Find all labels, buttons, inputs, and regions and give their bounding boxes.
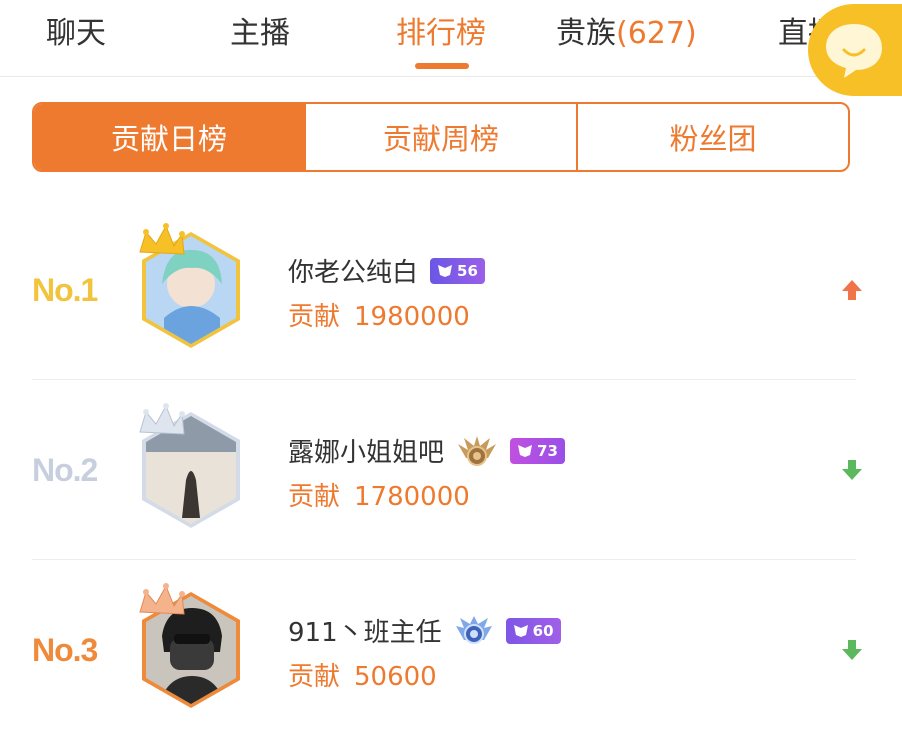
user-avatar[interactable]: [136, 402, 246, 528]
contribution-label: 贡献: [288, 302, 341, 332]
rank-medal-icon: [455, 615, 492, 644]
level-badge-icon: [513, 624, 528, 637]
level-value: 73: [537, 441, 558, 460]
level-value: 60: [532, 621, 554, 640]
tab-anchor[interactable]: 主播: [230, 14, 290, 54]
contribution-value: 50600: [354, 662, 437, 692]
crown-icon: [139, 583, 185, 615]
level-badge-icon: [438, 264, 453, 277]
level-badge-icon: [518, 444, 533, 457]
chat-float-button[interactable]: [808, 4, 902, 96]
user-avatar[interactable]: [136, 222, 246, 348]
tab-chat[interactable]: 聊天: [46, 14, 106, 54]
segment-fan-club[interactable]: 粉丝团: [576, 104, 848, 170]
contribution-line: 贡献 50600: [288, 656, 437, 693]
ranking-row[interactable]: No.2 露娜小姐姐吧 73 贡献 1780000: [0, 380, 902, 560]
contribution-line: 贡献 1780000: [288, 476, 470, 513]
tab-nobility[interactable]: 贵族(627): [556, 14, 697, 54]
rank-number: No.1: [32, 271, 98, 308]
rank-number: No.3: [32, 631, 98, 668]
ranking-segment-control: 贡献日榜 贡献周榜 粉丝团: [32, 102, 850, 172]
level-badge: 60: [505, 617, 561, 644]
trend-down-icon: [842, 460, 862, 480]
chat-bubble-icon: [826, 24, 882, 78]
crown-icon: [139, 223, 185, 255]
contribution-value: 1980000: [354, 302, 470, 332]
contribution-label: 贡献: [288, 482, 341, 512]
level-badge: 56: [430, 257, 485, 284]
contribution-value: 1780000: [354, 482, 470, 512]
trend-up-icon: [842, 280, 862, 300]
level-badge: 73: [510, 437, 565, 464]
active-tab-indicator: [415, 63, 469, 69]
segment-weekly-contribution[interactable]: 贡献周榜: [304, 104, 576, 170]
trend-down-icon: [842, 640, 862, 660]
user-name: 911丶班主任: [288, 618, 442, 648]
user-name: 露娜小姐姐吧: [288, 438, 445, 468]
ranking-row[interactable]: No.1 你老公纯白 56 贡献 1980000: [0, 200, 902, 380]
rank-number: No.2: [32, 451, 98, 488]
crown-icon: [139, 403, 185, 435]
top-tab-bar: 聊天 主播 排行榜 贵族(627) 直播: [0, 0, 902, 77]
level-value: 56: [457, 261, 478, 280]
rank-medal-icon: [458, 435, 497, 466]
segment-daily-contribution[interactable]: 贡献日榜: [34, 104, 304, 170]
tab-nobility-label: 贵族: [556, 16, 616, 51]
tab-nobility-count: (627): [616, 16, 697, 51]
tab-ranking[interactable]: 排行榜: [396, 14, 486, 54]
user-avatar[interactable]: [136, 582, 246, 708]
ranking-row[interactable]: No.3 911丶班主任 60 贡献 50600: [0, 560, 902, 740]
user-name: 你老公纯白: [288, 258, 419, 288]
contribution-line: 贡献 1980000: [288, 296, 470, 333]
contribution-label: 贡献: [288, 662, 341, 692]
